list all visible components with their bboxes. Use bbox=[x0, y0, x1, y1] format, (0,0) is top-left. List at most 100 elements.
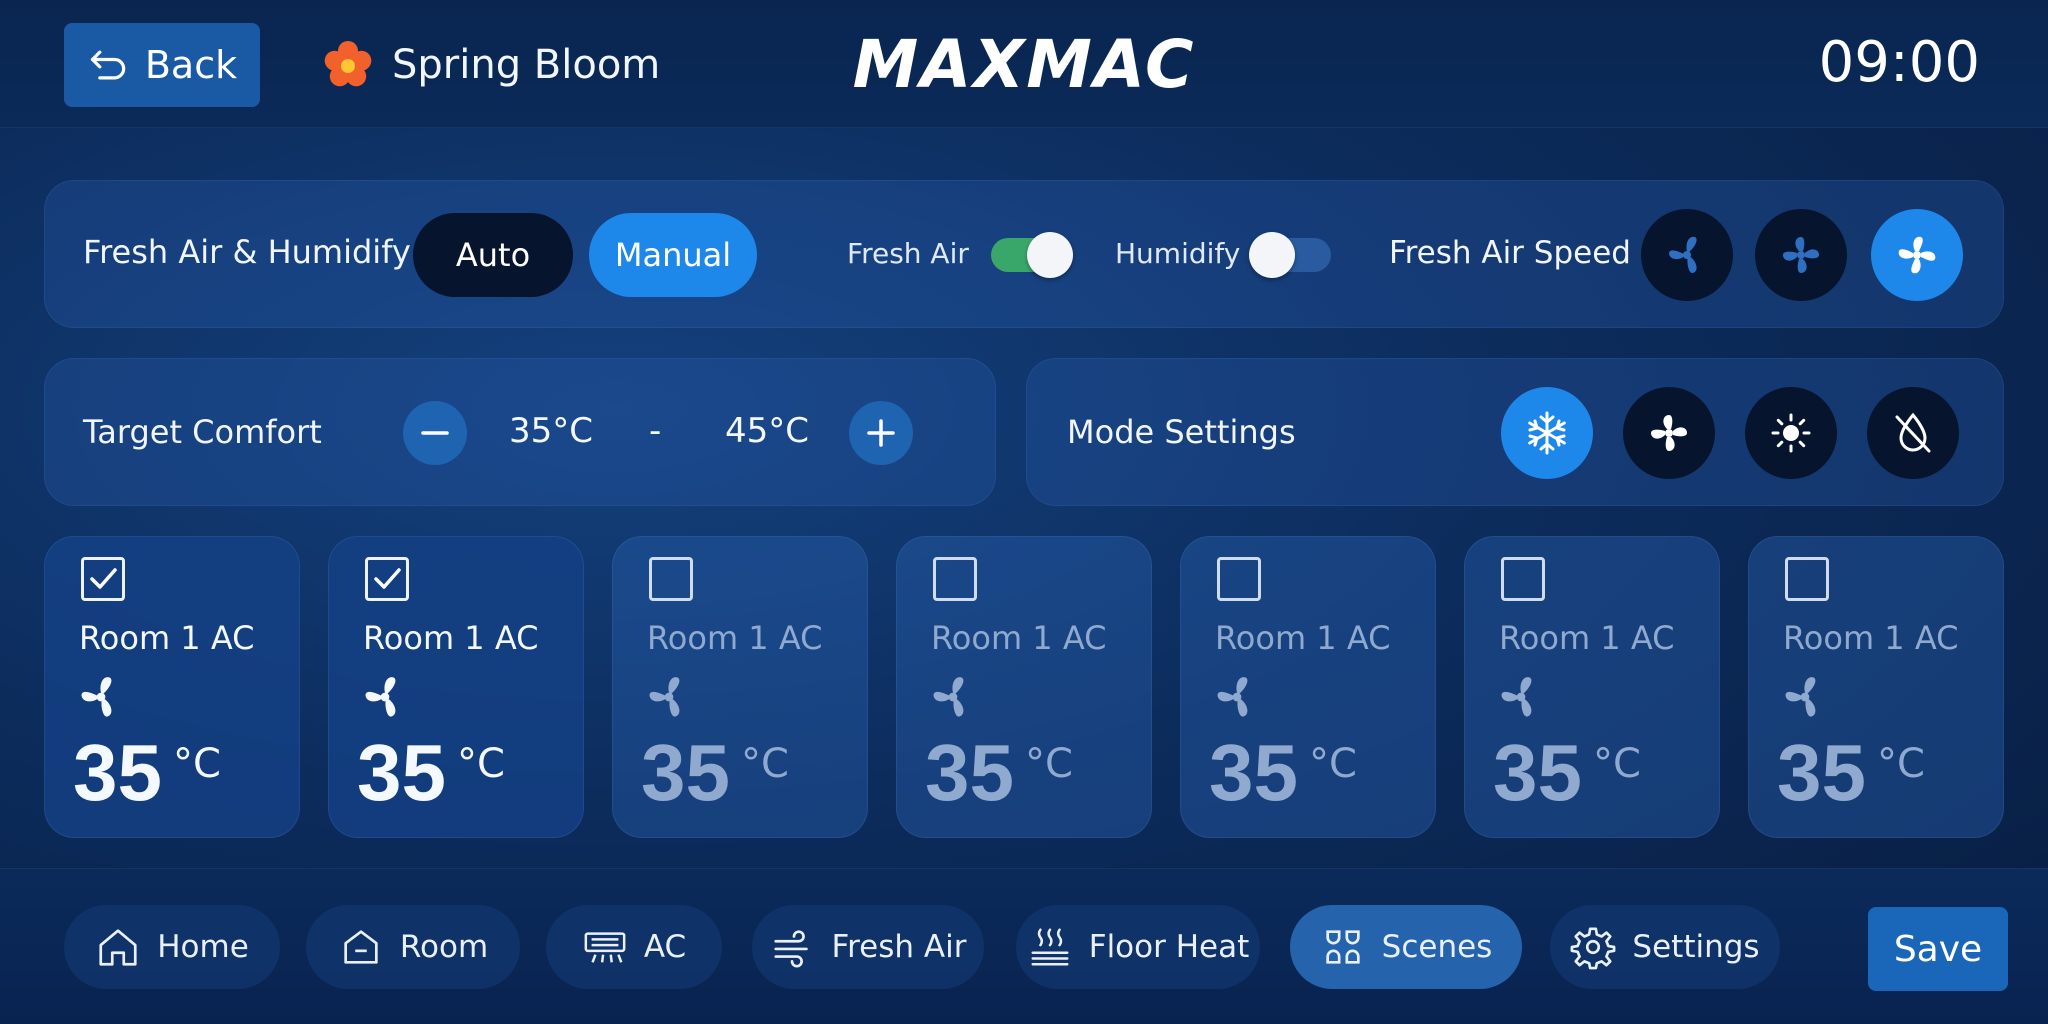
nav-settings[interactable]: Settings bbox=[1550, 905, 1780, 989]
target-high: 45°C bbox=[725, 411, 810, 451]
temperature-unit: °C bbox=[1309, 741, 1357, 787]
room-card[interactable]: Room 1 AC 35 °C bbox=[1180, 536, 1436, 838]
fresh-air-panel: Fresh Air & Humidify Auto Manual Fresh A… bbox=[44, 180, 2004, 328]
fresh-air-toggle[interactable] bbox=[991, 232, 1073, 278]
nav-room[interactable]: Room bbox=[306, 905, 520, 989]
scenes-icon bbox=[1325, 930, 1360, 964]
mode-settings-panel: Mode Settings bbox=[1026, 358, 2004, 506]
room-temperature: 35 bbox=[1493, 728, 1582, 817]
decrease-button[interactable] bbox=[403, 401, 467, 465]
fan-icon bbox=[1217, 677, 1248, 717]
gear-icon bbox=[1570, 927, 1616, 970]
checkmark-icon bbox=[374, 568, 401, 589]
nav-room-label: Room bbox=[399, 929, 489, 965]
fresh-air-title: Fresh Air & Humidify bbox=[83, 233, 411, 271]
room-name: Room 1 AC bbox=[647, 619, 823, 657]
checkmark-icon bbox=[90, 568, 117, 589]
target-low: 35°C bbox=[509, 411, 594, 451]
mode-cool-button[interactable] bbox=[1501, 387, 1593, 479]
nav-floor-heat-label: Floor Heat bbox=[1088, 929, 1250, 965]
wind-icon bbox=[773, 930, 808, 968]
fresh-air-switch-label: Fresh Air bbox=[847, 237, 969, 270]
temperature-unit: °C bbox=[457, 741, 505, 787]
fan-icon bbox=[365, 677, 396, 717]
temperature-unit: °C bbox=[173, 741, 221, 787]
fan-icon bbox=[1651, 415, 1687, 451]
ac-unit-icon bbox=[584, 932, 626, 963]
sun-icon bbox=[1771, 413, 1811, 453]
target-separator: - bbox=[649, 411, 662, 451]
nav-home[interactable]: Home bbox=[64, 905, 280, 989]
fan-icon bbox=[1898, 236, 1936, 274]
room-checkbox[interactable] bbox=[81, 557, 125, 601]
humidify-toggle[interactable] bbox=[1249, 232, 1331, 278]
room-icon bbox=[344, 930, 378, 964]
room-name: Room 1 AC bbox=[79, 619, 255, 657]
room-temperature: 35 bbox=[357, 728, 446, 817]
snowflake-icon bbox=[1528, 411, 1566, 455]
drop-off-icon bbox=[1895, 412, 1931, 453]
fan-icon bbox=[1501, 677, 1532, 717]
manual-button[interactable]: Manual bbox=[589, 213, 757, 297]
speed-high-button[interactable] bbox=[1871, 209, 1963, 301]
room-card[interactable]: Room 1 AC 35 °C bbox=[896, 536, 1152, 838]
temperature-unit: °C bbox=[1593, 741, 1641, 787]
speed-low-button[interactable] bbox=[1641, 209, 1733, 301]
target-comfort-panel: Target Comfort 35°C - 45°C bbox=[44, 358, 996, 506]
nav-ac[interactable]: AC bbox=[546, 905, 722, 989]
nav-home-label: Home bbox=[157, 929, 249, 965]
room-checkbox[interactable] bbox=[649, 557, 693, 601]
room-card[interactable]: Room 1 AC 35 °C bbox=[44, 536, 300, 838]
room-checkbox[interactable] bbox=[365, 557, 409, 601]
room-temperature: 35 bbox=[1209, 728, 1298, 817]
toggle-knob bbox=[1027, 232, 1073, 278]
temperature-unit: °C bbox=[1877, 741, 1925, 787]
room-card[interactable]: Room 1 AC 35 °C bbox=[1464, 536, 1720, 838]
room-name: Room 1 AC bbox=[1783, 619, 1959, 657]
nav-fresh-air-label: Fresh Air bbox=[831, 929, 967, 965]
room-name: Room 1 AC bbox=[1499, 619, 1675, 657]
room-temperature: 35 bbox=[925, 728, 1014, 817]
nav-settings-label: Settings bbox=[1632, 929, 1760, 965]
room-name: Room 1 AC bbox=[363, 619, 539, 657]
fan-icon bbox=[933, 677, 964, 717]
minus-icon bbox=[421, 431, 449, 435]
mode-fan-button[interactable] bbox=[1623, 387, 1715, 479]
top-bar: Back Spring Bloom MAXMAC 09:00 bbox=[0, 0, 2048, 128]
room-checkbox[interactable] bbox=[933, 557, 977, 601]
increase-button[interactable] bbox=[849, 401, 913, 465]
clock: 09:00 bbox=[1818, 30, 1980, 95]
room-card[interactable]: Room 1 AC 35 °C bbox=[612, 536, 868, 838]
room-temperature: 35 bbox=[1777, 728, 1866, 817]
mode-heat-button[interactable] bbox=[1745, 387, 1837, 479]
fresh-air-speed-label: Fresh Air Speed bbox=[1389, 235, 1631, 271]
nav-ac-label: AC bbox=[643, 929, 687, 965]
nav-scenes-label: Scenes bbox=[1381, 929, 1493, 965]
room-temperature: 35 bbox=[73, 728, 162, 817]
room-temperature: 35 bbox=[641, 728, 730, 817]
plus-icon bbox=[867, 419, 895, 447]
room-checkbox[interactable] bbox=[1785, 557, 1829, 601]
nav-floor-heat[interactable]: Floor Heat bbox=[1016, 905, 1260, 989]
nav-scenes[interactable]: Scenes bbox=[1290, 905, 1522, 989]
nav-fresh-air[interactable]: Fresh Air bbox=[752, 905, 984, 989]
floor-heat-icon bbox=[1031, 928, 1069, 966]
fan-icon bbox=[1669, 236, 1697, 274]
speed-mid-button[interactable] bbox=[1755, 209, 1847, 301]
target-comfort-title: Target Comfort bbox=[83, 413, 322, 451]
mode-dry-button[interactable] bbox=[1867, 387, 1959, 479]
temperature-unit: °C bbox=[1025, 741, 1073, 787]
room-card[interactable]: Room 1 AC 35 °C bbox=[328, 536, 584, 838]
fan-icon bbox=[1783, 237, 1819, 273]
home-icon bbox=[99, 929, 137, 966]
auto-button[interactable]: Auto bbox=[413, 213, 573, 297]
fan-icon bbox=[1785, 677, 1816, 717]
toggle-knob bbox=[1249, 232, 1295, 278]
save-button[interactable]: Save bbox=[1868, 907, 2008, 991]
temperature-unit: °C bbox=[741, 741, 789, 787]
room-card[interactable]: Room 1 AC 35 °C bbox=[1748, 536, 2004, 838]
room-checkbox[interactable] bbox=[1501, 557, 1545, 601]
humidify-switch-label: Humidify bbox=[1115, 237, 1241, 270]
room-checkbox[interactable] bbox=[1217, 557, 1261, 601]
fan-icon bbox=[81, 677, 112, 717]
